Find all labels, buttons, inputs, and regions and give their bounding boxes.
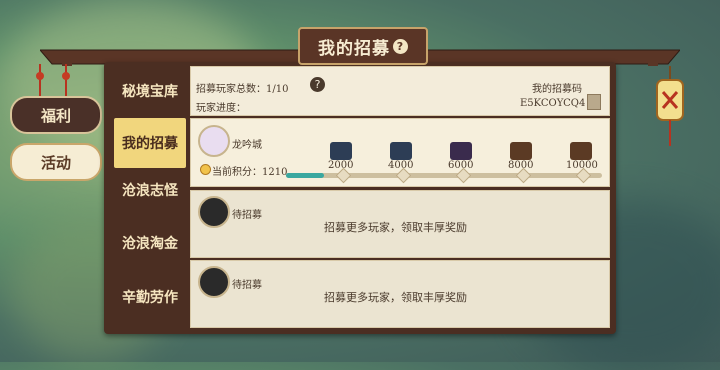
- current-points: 当前积分：1210: [212, 167, 288, 178]
- recruit-code-value: E5KCOYCQ4: [520, 98, 586, 109]
- chest-icon[interactable]: [390, 142, 412, 160]
- nav-hard-work[interactable]: 辛勤劳作: [114, 272, 186, 322]
- avatar-icon: [198, 125, 230, 157]
- welfare-tab[interactable]: 福利: [10, 96, 102, 134]
- chest-icon[interactable]: [570, 142, 592, 160]
- player-progress-label: 玩家进度：: [196, 103, 246, 114]
- nav-my-recruit[interactable]: 我的招募: [114, 118, 186, 168]
- nav-canglang-gold[interactable]: 沧浪淘金: [114, 218, 186, 268]
- pending-message: 招募更多玩家，领取丰厚奖励: [324, 221, 467, 234]
- lantern-close-icon[interactable]: [650, 66, 690, 150]
- player-name: 龙吟城: [232, 140, 262, 151]
- nav-canglang-strange[interactable]: 沧浪志怪: [114, 165, 186, 215]
- avatar-icon: [198, 196, 230, 228]
- avatar-icon: [198, 266, 230, 298]
- chest-icon[interactable]: [510, 142, 532, 160]
- pending-status: 待招募: [232, 210, 262, 221]
- points-progress-fill: [286, 173, 324, 178]
- points-progress-bar: [286, 167, 602, 184]
- copy-code-icon[interactable]: [587, 94, 601, 110]
- page-title-text: 我的招募: [318, 38, 390, 59]
- help-icon[interactable]: ?: [310, 77, 325, 92]
- pending-status: 待招募: [232, 280, 262, 291]
- page-title: 我的招募 ?: [298, 27, 428, 65]
- chest-icon[interactable]: [330, 142, 352, 160]
- chest-icon[interactable]: [450, 142, 472, 160]
- total-recruits-label: 招募玩家总数：1/10: [196, 84, 289, 95]
- recruit-code-label: 我的招募码: [532, 84, 582, 95]
- coin-icon: [200, 164, 211, 175]
- pending-message: 招募更多玩家，领取丰厚奖励: [324, 291, 467, 304]
- nav-treasure[interactable]: 秘境宝库: [114, 66, 186, 116]
- activity-tab[interactable]: 活动: [10, 143, 102, 181]
- title-help-icon[interactable]: ?: [393, 38, 408, 54]
